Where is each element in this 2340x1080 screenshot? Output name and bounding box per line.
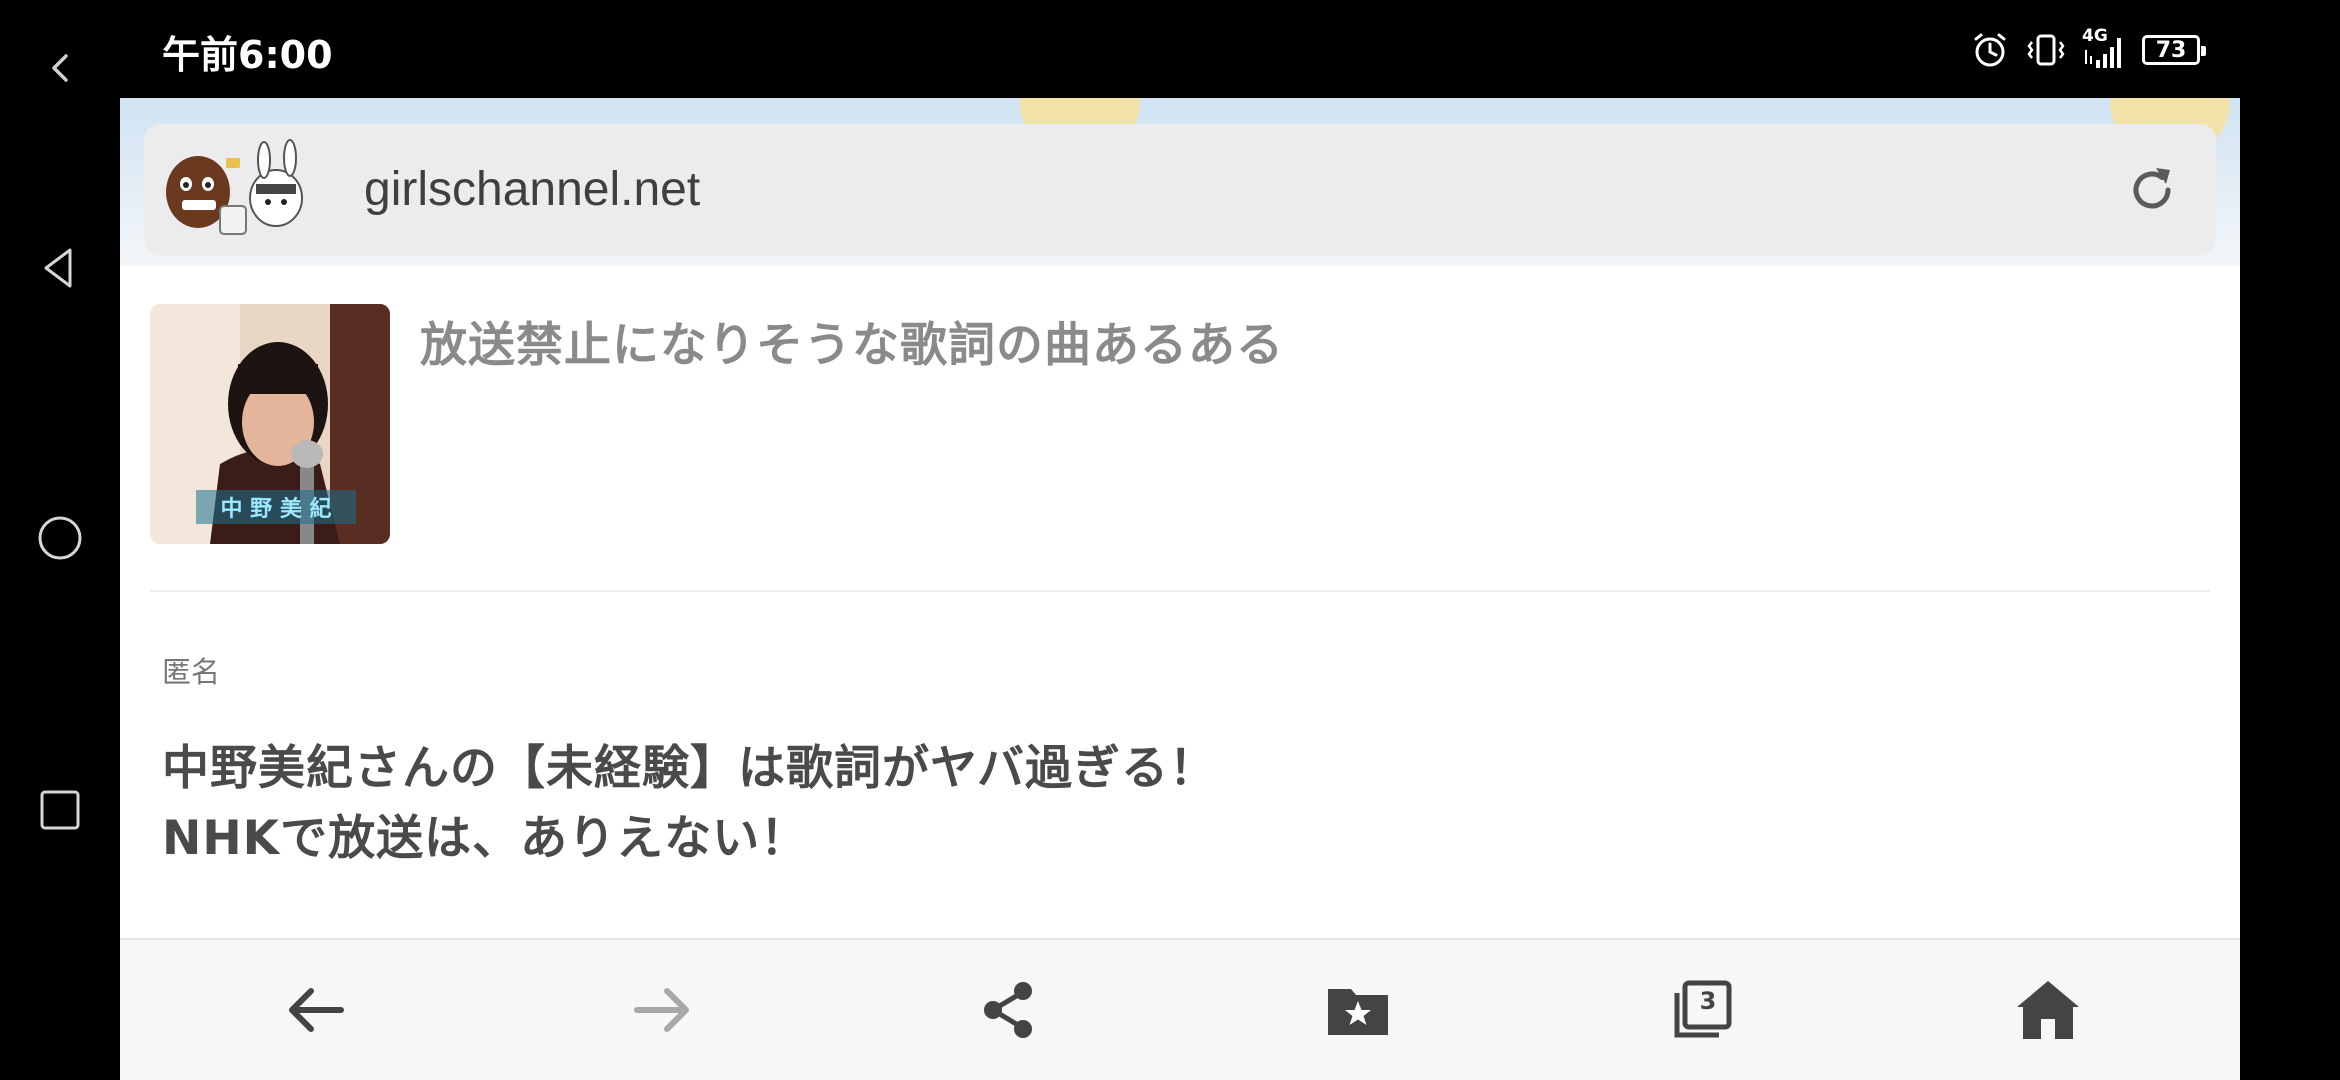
browser-toolbar: 3 [120,938,2240,1080]
divider [150,590,2210,592]
arrow-forward-icon [634,988,689,1032]
address-bar[interactable]: girlschannel.net [144,124,2216,256]
url-text[interactable]: girlschannel.net [364,162,700,217]
battery-icon: 73 [2142,35,2206,65]
chevron-left-icon [52,54,68,82]
topic-thumbnail-image: 中 野 美 紀 [150,304,390,544]
thumbnail-caption: 中 野 美 紀 [221,496,332,522]
signal-icon [2085,38,2121,68]
system-home-button[interactable] [30,508,90,568]
reload-icon[interactable] [2124,162,2180,218]
vibrate-icon [2027,34,2065,66]
back-button[interactable] [274,968,358,1052]
status-clock: 午前6:00 [162,33,333,77]
tab-count: 3 [1699,987,1717,1015]
comment-body: 中野美紀さんの【未経験】は歌詞がヤバ過ぎる！ NHKで放送は、ありえない！ [162,734,1762,874]
share-button[interactable] [966,968,1050,1052]
cell-signal: 4G [2082,26,2126,70]
screen-edge [2240,0,2340,1080]
status-icons: 4G 73 [1970,26,2206,72]
comment-line: NHKで放送は、ありえない！ [162,811,809,866]
browser-content: girlschannel.net 中 野 美 紀 放送禁止になりそうな歌詞の曲あ… [120,98,2240,1080]
battery-level: 73 [2155,37,2187,63]
circle-home-icon [38,516,82,560]
comment-line: 中野美紀さんの【未経験】は歌詞がヤバ過ぎる！ [162,741,1218,796]
tabs-button[interactable]: 3 [1660,968,1744,1052]
system-back-button[interactable] [30,238,90,298]
topic-thumbnail[interactable]: 中 野 美 紀 [150,304,390,544]
home-icon [2017,981,2079,1039]
square-recents-icon [40,790,80,830]
site-mascot-logo [166,139,303,235]
status-bar: 午前6:00 4G 73 [120,0,2240,98]
forward-button[interactable] [620,968,704,1052]
share-icon [984,982,1032,1038]
system-navigation-bar [0,0,120,1080]
alarm-icon [1974,33,2006,67]
triangle-back-icon [44,248,72,288]
collapse-chevron-button[interactable] [30,38,90,98]
comment-author: 匿名 [162,655,221,689]
topic-title[interactable]: 放送禁止になりそうな歌詞の曲あるある [420,306,1284,375]
bookmarks-button[interactable] [1316,968,1400,1052]
bookmark-folder-icon [1328,989,1388,1035]
home-button[interactable] [2006,968,2090,1052]
arrow-back-icon [289,988,344,1032]
system-recents-button[interactable] [30,780,90,840]
